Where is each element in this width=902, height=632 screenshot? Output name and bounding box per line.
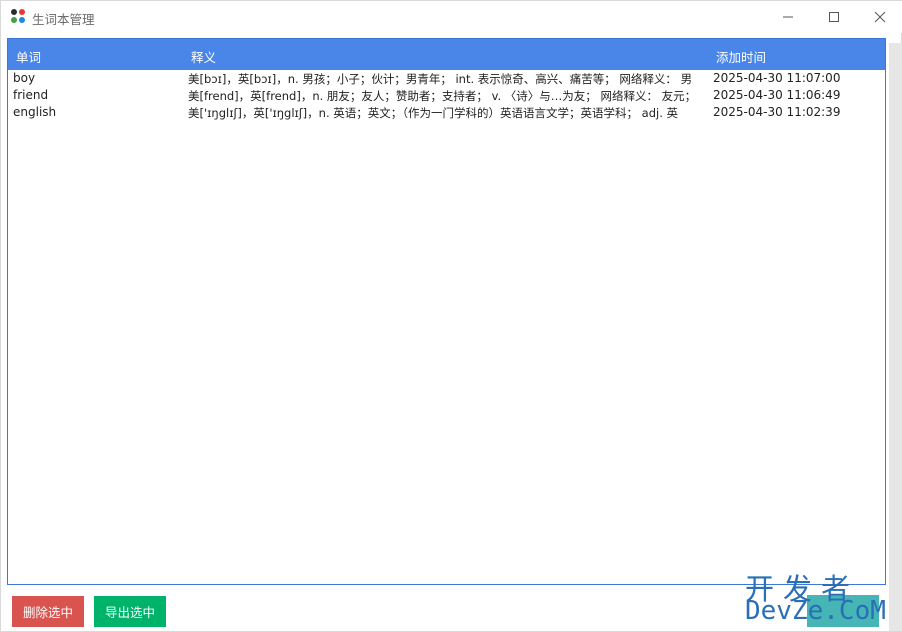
app-grid-icon	[11, 9, 26, 24]
definition-cell: 美[bɔɪ]，英[bɔɪ]，n. 男孩；小子；伙计；男青年； int. 表示惊奇…	[188, 72, 693, 86]
added-time-cell: 2025-04-30 11:06:49	[713, 88, 841, 102]
vocabulary-window: 生词本管理 单词 释义 添加时间 boy 美[bɔɪ]，英[bɔɪ]，n. 男孩…	[0, 0, 902, 632]
added-time-cell: 2025-04-30 11:02:39	[713, 105, 841, 119]
definition-cell: 美[frend]，英[frend]，n. 朋友；友人；赞助者；支持者； v. 〈…	[188, 89, 697, 103]
column-header-word[interactable]: 单词	[16, 47, 41, 66]
delete-selected-button[interactable]: 删除选中	[12, 596, 84, 627]
watermark-line2: DevZe.CoM	[745, 596, 886, 626]
word-cell: friend	[13, 88, 49, 102]
table-header: 单词 释义 添加时间	[8, 39, 885, 70]
table-row[interactable]: friend 美[frend]，英[frend]，n. 朋友；友人；赞助者；支持…	[8, 88, 885, 105]
column-header-added-time[interactable]: 添加时间	[716, 47, 766, 66]
table-row[interactable]: boy 美[bɔɪ]，英[bɔɪ]，n. 男孩；小子；伙计；男青年； int. …	[8, 71, 885, 88]
added-time-cell: 2025-04-30 11:07:00	[713, 71, 841, 85]
table-row[interactable]: english 美['ɪŋglɪʃ]，英['ɪŋglɪʃ]，n. 英语；英文；（…	[8, 105, 885, 122]
window-scrollbar[interactable]	[889, 43, 902, 631]
maximize-icon	[829, 12, 839, 22]
vocabulary-table[interactable]: 单词 释义 添加时间 boy 美[bɔɪ]，英[bɔɪ]，n. 男孩；小子；伙计…	[7, 38, 886, 585]
title-bar[interactable]: 生词本管理	[1, 1, 902, 33]
close-button[interactable]	[857, 1, 902, 33]
column-header-definition[interactable]: 释义	[191, 47, 216, 66]
definition-cell: 美['ɪŋglɪʃ]，英['ɪŋglɪʃ]，n. 英语；英文；（作为一门学科的）…	[188, 106, 679, 120]
minimize-button[interactable]	[765, 1, 811, 33]
maximize-button[interactable]	[811, 1, 857, 33]
close-icon	[874, 11, 886, 23]
export-selected-button[interactable]: 导出选中	[94, 596, 166, 627]
word-cell: boy	[13, 71, 36, 85]
word-cell: english	[13, 105, 57, 119]
minimize-icon	[783, 16, 793, 18]
window-title: 生词本管理	[32, 12, 95, 27]
watermark-logo: 开发者 DevZe.CoM	[745, 566, 895, 628]
